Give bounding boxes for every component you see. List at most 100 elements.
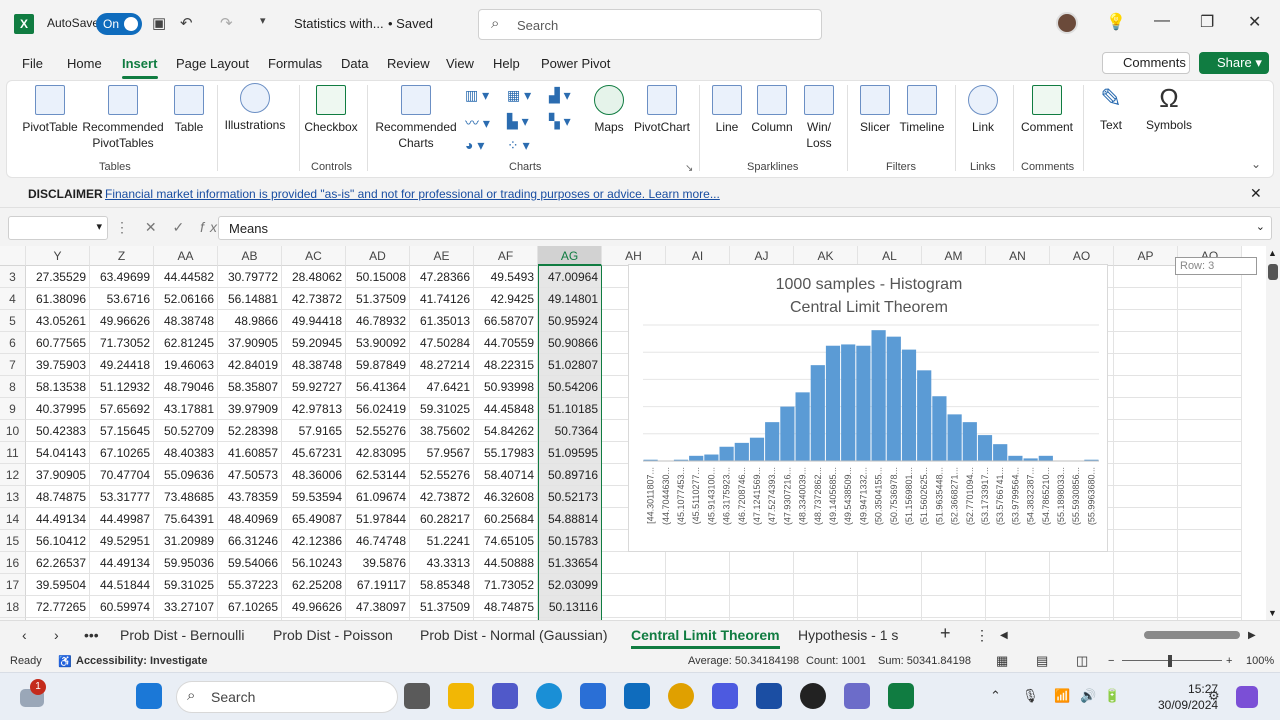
grid-cell[interactable] xyxy=(1114,376,1178,398)
grid-cell[interactable] xyxy=(1114,486,1178,508)
grid-cell[interactable]: 59.31025 xyxy=(154,574,218,596)
grid-cell[interactable]: 48.9866 xyxy=(218,310,282,332)
grid-cell[interactable] xyxy=(1178,596,1242,618)
grid-cell[interactable]: 48.38748 xyxy=(282,354,346,376)
grid-cell[interactable]: 48.79046 xyxy=(154,376,218,398)
grid-cell[interactable]: 57.9567 xyxy=(410,442,474,464)
grid-cell[interactable]: 49.52951 xyxy=(90,530,154,552)
grid-cell[interactable]: 60.28217 xyxy=(410,508,474,530)
tab-power-pivot[interactable]: Power Pivot xyxy=(541,56,610,71)
sparkline-line-button[interactable]: Line xyxy=(707,85,747,135)
grid-cell[interactable]: 59.31025 xyxy=(410,398,474,420)
grid-cell[interactable]: 59.20945 xyxy=(282,332,346,354)
task-view-icon[interactable] xyxy=(404,683,430,709)
grid-cell[interactable]: 63.49699 xyxy=(90,266,154,288)
windows-start-icon[interactable] xyxy=(136,683,162,709)
sheet-options-icon[interactable]: ⋮ xyxy=(975,627,989,644)
histogram-bar[interactable] xyxy=(871,330,886,461)
normal-view-icon[interactable]: ▦ xyxy=(996,653,1008,669)
taskbar-search[interactable]: ⌕ Search xyxy=(176,681,398,713)
sheet-tab[interactable]: Prob Dist - Bernoulli xyxy=(120,627,245,643)
grid-cell[interactable]: 61.38096 xyxy=(26,288,90,310)
grid-cell[interactable] xyxy=(1178,420,1242,442)
histogram-bar[interactable] xyxy=(825,345,841,461)
grid-cell[interactable] xyxy=(1114,552,1178,574)
grid-cell[interactable]: 60.25684 xyxy=(474,508,538,530)
column-header[interactable]: AA xyxy=(154,246,218,266)
pivotchart-button[interactable]: PivotChart xyxy=(631,85,693,135)
grid-cell[interactable]: 52.28398 xyxy=(218,420,282,442)
grid-cell[interactable]: 58.40714 xyxy=(474,464,538,486)
grid-cell[interactable]: 48.74875 xyxy=(474,596,538,618)
grid-cell[interactable]: 53.31777 xyxy=(90,486,154,508)
expand-formula-icon[interactable]: ⌄ xyxy=(1256,220,1265,233)
grid-cell[interactable]: 56.02419 xyxy=(346,398,410,420)
comment-button[interactable]: Comment xyxy=(1019,85,1075,135)
grid-cell[interactable]: 47.50573 xyxy=(218,464,282,486)
column-header[interactable]: AL xyxy=(858,246,922,266)
histogram-bar[interactable] xyxy=(689,455,704,461)
grid-cell[interactable]: 72.77265 xyxy=(26,596,90,618)
grid-cell[interactable]: 39.75903 xyxy=(26,354,90,376)
zoom-out-icon[interactable]: − xyxy=(1108,655,1114,667)
grid-cell[interactable]: 38.75602 xyxy=(410,420,474,442)
grid-cell[interactable]: 44.49134 xyxy=(90,552,154,574)
customize-qat-icon[interactable]: ▾ xyxy=(260,14,266,27)
grid-cell[interactable]: 40.37995 xyxy=(26,398,90,420)
grid-cell[interactable]: 53.90092 xyxy=(346,332,410,354)
mail-icon[interactable] xyxy=(624,683,650,709)
grid-cell[interactable]: 43.3313 xyxy=(410,552,474,574)
grid-cell[interactable]: 74.65105 xyxy=(474,530,538,552)
grid-cell[interactable] xyxy=(602,574,666,596)
grid-cell[interactable]: 50.42383 xyxy=(26,420,90,442)
illustrations-button[interactable]: Illustrations xyxy=(221,83,289,133)
waterfall-chart-icon[interactable]: ▟ ▾ xyxy=(549,87,571,104)
grid-cell[interactable]: 62.25208 xyxy=(282,574,346,596)
row-header[interactable]: 18 xyxy=(0,596,26,618)
grid-cell[interactable]: 48.40383 xyxy=(154,442,218,464)
grid-cell[interactable] xyxy=(794,574,858,596)
tab-file[interactable]: File xyxy=(22,56,43,71)
histogram-bar[interactable] xyxy=(962,422,977,461)
grid-cell[interactable] xyxy=(922,574,986,596)
grid-cell[interactable]: 65.49087 xyxy=(282,508,346,530)
sparkline-column-button[interactable]: Column xyxy=(749,85,795,135)
grid-cell[interactable]: 60.77565 xyxy=(26,332,90,354)
grid-cell[interactable]: 56.14881 xyxy=(218,288,282,310)
search-box[interactable]: ⌕ Search xyxy=(478,9,822,40)
grid-cell[interactable] xyxy=(986,574,1050,596)
column-header[interactable]: AK xyxy=(794,246,858,266)
grid-cell[interactable]: 48.40969 xyxy=(218,508,282,530)
column-header[interactable]: AI xyxy=(666,246,730,266)
grid-cell[interactable] xyxy=(1178,464,1242,486)
grid-cell[interactable] xyxy=(1178,310,1242,332)
column-header[interactable]: AJ xyxy=(730,246,794,266)
grid-cell[interactable] xyxy=(666,574,730,596)
tab-view[interactable]: View xyxy=(446,56,474,71)
sheet-tab-active[interactable]: Central Limit Theorem xyxy=(631,627,780,649)
grid-cell[interactable]: 59.95036 xyxy=(154,552,218,574)
grid-cell[interactable]: 48.38748 xyxy=(154,310,218,332)
copilot-icon[interactable] xyxy=(1236,686,1258,708)
tab-home[interactable]: Home xyxy=(67,56,102,71)
histogram-bar[interactable] xyxy=(901,349,917,461)
histogram-chart[interactable]: 1000 samples - Histogram Central Limit T… xyxy=(628,264,1108,552)
column-header[interactable]: AE xyxy=(410,246,474,266)
hscroll-right-icon[interactable]: ▶ xyxy=(1248,630,1256,641)
zoom-slider[interactable] xyxy=(1122,660,1222,661)
grid-cell[interactable]: 41.74126 xyxy=(410,288,474,310)
grid-cell[interactable] xyxy=(858,574,922,596)
grid-cell[interactable] xyxy=(922,596,986,618)
grid-cell[interactable]: 19.46063 xyxy=(154,354,218,376)
page-layout-view-icon[interactable]: ▤ xyxy=(1036,653,1048,669)
grid-cell[interactable]: 43.17881 xyxy=(154,398,218,420)
grid-cell[interactable] xyxy=(730,574,794,596)
accessibility-icon[interactable]: ♿ xyxy=(58,655,72,668)
grid-cell[interactable] xyxy=(1114,266,1178,288)
grid-cell[interactable]: 48.36006 xyxy=(282,464,346,486)
grid-cell[interactable]: 50.15008 xyxy=(346,266,410,288)
microphone-icon[interactable]: 🎙 xyxy=(1022,688,1039,704)
combo-chart-icon[interactable]: ▚ ▾ xyxy=(549,113,571,130)
grid-cell[interactable]: 47.28366 xyxy=(410,266,474,288)
sheet-tab[interactable]: Prob Dist - Poisson xyxy=(273,627,393,643)
